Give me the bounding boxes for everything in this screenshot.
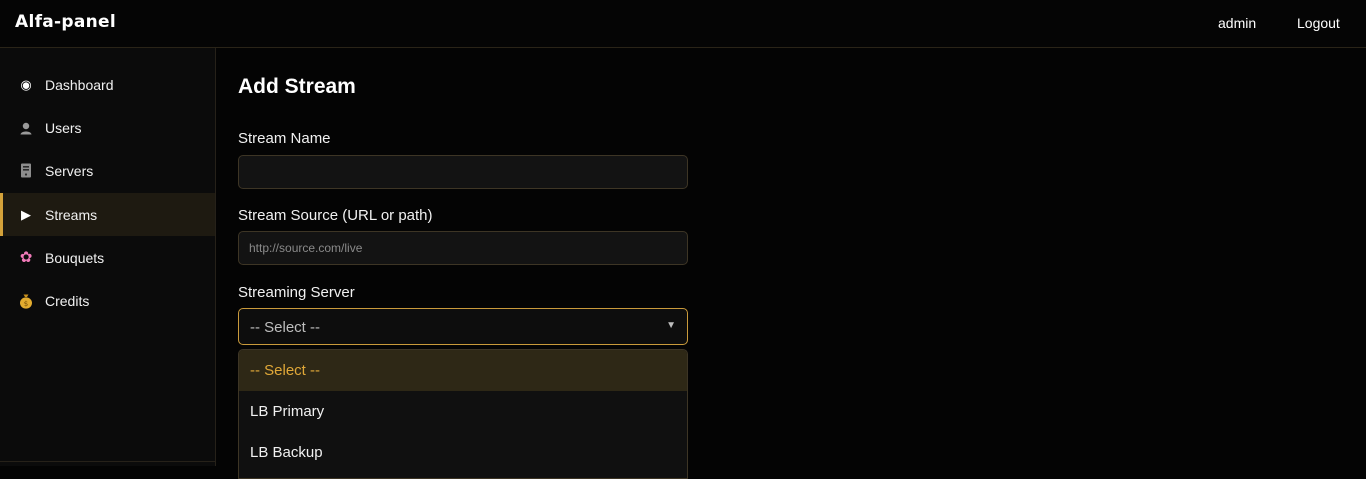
top-bar: Alfa-panel admin Logout [0, 0, 1366, 48]
sidebar-item-servers[interactable]: Servers [0, 149, 215, 192]
logout-link[interactable]: Logout [1297, 15, 1340, 31]
current-user[interactable]: admin [1218, 15, 1256, 31]
option-label: LB Primary [250, 403, 325, 420]
sidebar-item-dashboard[interactable]: ◉ Dashboard [0, 63, 215, 106]
sidebar-item-label: Streams [45, 206, 98, 223]
sidebar: ◉ Dashboard Users Servers ▶ Streams ✿ Bo… [0, 48, 216, 466]
dropdown-option-lb-backup[interactable]: LB Backup [239, 432, 687, 473]
sidebar-item-label: Dashboard [45, 76, 114, 93]
sidebar-item-label: Servers [45, 162, 94, 179]
svg-text:$: $ [24, 300, 28, 308]
sidebar-item-credits[interactable]: $ Credits [0, 279, 215, 322]
streaming-server-label: Streaming Server [238, 284, 355, 301]
page-title: Add Stream [238, 75, 356, 98]
radio-dot-icon: ◉ [20, 77, 32, 92]
dropdown-option-lb-primary[interactable]: LB Primary [239, 391, 687, 432]
sidebar-item-streams[interactable]: ▶ Streams [0, 193, 215, 236]
app-brand[interactable]: Alfa-panel [15, 12, 116, 32]
sidebar-item-label: Credits [45, 292, 90, 309]
stream-name-label: Stream Name [238, 130, 331, 147]
play-icon: ▶ [21, 207, 31, 222]
sidebar-divider [0, 461, 215, 462]
stream-source-label: Stream Source (URL or path) [238, 207, 433, 224]
money-bag-icon: $ [18, 293, 34, 309]
sidebar-item-label: Users [45, 119, 82, 136]
chevron-down-icon: ▼ [666, 320, 676, 331]
select-value: -- Select -- [250, 319, 321, 336]
streaming-server-select[interactable]: -- Select -- ▼ [238, 308, 688, 345]
sidebar-item-bouquets[interactable]: ✿ Bouquets [0, 236, 215, 279]
flower-icon: ✿ [19, 249, 33, 266]
option-label: LB Backup [250, 444, 323, 461]
streaming-server-dropdown: -- Select -- LB Primary LB Backup [238, 349, 688, 479]
option-label: -- Select -- [250, 362, 321, 379]
stream-name-input[interactable] [238, 155, 688, 189]
server-icon [18, 163, 34, 179]
dropdown-option-select[interactable]: -- Select -- [239, 350, 687, 391]
user-icon [18, 120, 34, 136]
main-content: Add Stream Stream Name Stream Source (UR… [216, 48, 1366, 479]
stream-source-input[interactable] [238, 231, 688, 265]
sidebar-item-users[interactable]: Users [0, 106, 215, 149]
sidebar-item-label: Bouquets [45, 249, 105, 266]
